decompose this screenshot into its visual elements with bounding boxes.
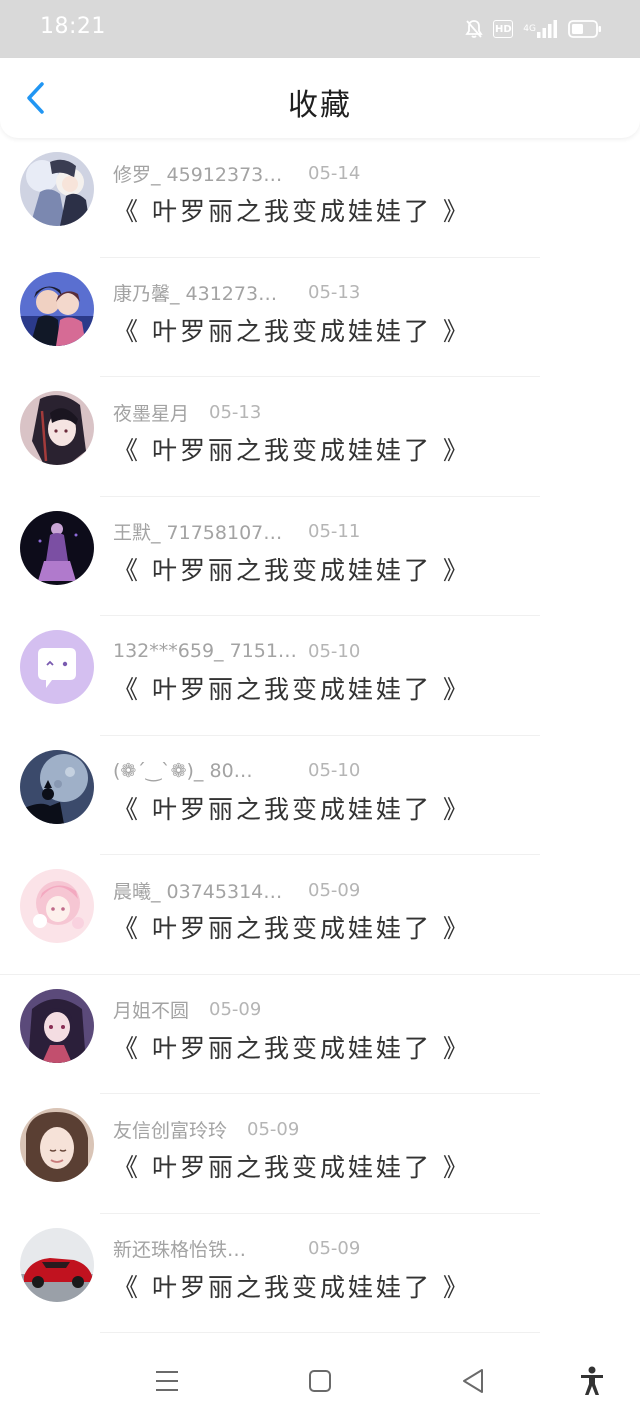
list-item[interactable]: 新还珠格怡铁… 05-09 《 叶罗丽之我变成娃娃了 》 — [0, 1214, 640, 1333]
user-name: 修罗_ 45912373… — [113, 163, 283, 186]
avatar — [20, 988, 94, 1063]
list-item[interactable]: 康乃馨_ 431273… 05-13 《 叶罗丽之我变成娃娃了 》 — [0, 258, 640, 377]
home-button[interactable] — [305, 1366, 335, 1396]
avatar — [20, 630, 94, 704]
item-title: 《 叶罗丽之我变成娃娃了 》 — [113, 1272, 471, 1302]
item-title: 《 叶罗丽之我变成娃娃了 》 — [113, 197, 471, 226]
avatar — [20, 152, 94, 226]
accessibility-button[interactable] — [577, 1366, 607, 1396]
list-item[interactable]: 夜墨星月 05-13 《 叶罗丽之我变成娃娃了 》 — [0, 377, 640, 497]
user-name: 王默_ 71758107… — [113, 522, 283, 544]
hd-icon: HD — [493, 20, 514, 38]
item-date: 05-09 — [308, 1238, 361, 1259]
mute-icon — [465, 19, 483, 39]
battery-icon — [568, 19, 602, 39]
item-meta: (❁ˊ‿ˋ❁)_ 80… 05-10 — [113, 758, 360, 784]
item-meta: 修罗_ 45912373… 05-14 — [113, 160, 360, 186]
menu-button[interactable] — [152, 1366, 182, 1396]
user-name: 夜墨星月 — [113, 402, 190, 425]
user-name: 友信创富玲玲 — [113, 1119, 228, 1142]
item-date: 05-09 — [247, 1118, 300, 1140]
list-item[interactable]: 修罗_ 45912373… 05-14 《 叶罗丽之我变成娃娃了 》 — [0, 138, 640, 258]
item-date: 05-14 — [308, 162, 361, 184]
divider — [100, 1332, 540, 1333]
nav-back-button[interactable] — [458, 1366, 488, 1396]
item-date: 05-09 — [308, 879, 361, 901]
home-icon — [309, 1370, 331, 1392]
item-title: 《 叶罗丽之我变成娃娃了 》 — [113, 914, 471, 943]
bottom-nav — [0, 1340, 640, 1422]
item-meta: 新还珠格怡铁… 05-09 — [113, 1236, 360, 1262]
favorites-list: 修罗_ 45912373… 05-14 《 叶罗丽之我变成娃娃了 》 康乃馨_ … — [0, 138, 640, 1333]
item-meta: 月姐不圆 05-09 — [113, 997, 261, 1023]
network-type: 4G — [523, 24, 536, 34]
item-date: 05-11 — [308, 521, 361, 542]
user-name: 月姐不圆 — [113, 1000, 190, 1022]
item-date: 05-10 — [308, 760, 361, 781]
avatar — [20, 869, 94, 943]
avatar — [20, 271, 94, 346]
item-date: 05-13 — [308, 282, 361, 303]
item-title: 《 叶罗丽之我变成娃娃了 》 — [113, 1033, 471, 1063]
item-title: 《 叶罗丽之我变成娃娃了 》 — [113, 1153, 471, 1182]
item-meta: 晨曦_ 03745314… 05-09 — [113, 877, 360, 903]
list-item[interactable]: 晨曦_ 03745314… 05-09 《 叶罗丽之我变成娃娃了 》 — [0, 855, 640, 975]
item-meta: 友信创富玲玲 05-09 — [113, 1116, 299, 1142]
status-icons: HD 4G — [465, 16, 602, 42]
list-item[interactable]: 132***659_ 7151… 05-10 《 叶罗丽之我变成娃娃了 》 — [0, 616, 640, 736]
avatar — [20, 1108, 94, 1182]
item-title: 《 叶罗丽之我变成娃娃了 》 — [113, 316, 471, 346]
menu-icon — [156, 1371, 178, 1391]
item-date: 05-09 — [209, 999, 262, 1020]
list-item[interactable]: 友信创富玲玲 05-09 《 叶罗丽之我变成娃娃了 》 — [0, 1094, 640, 1214]
user-name: (❁ˊ‿ˋ❁)_ 80… — [113, 759, 253, 782]
avatar — [20, 391, 94, 465]
item-date: 05-13 — [209, 401, 262, 423]
list-item[interactable]: 王默_ 71758107… 05-11 《 叶罗丽之我变成娃娃了 》 — [0, 497, 640, 616]
accessibility-icon — [581, 1366, 603, 1395]
avatar — [20, 1227, 94, 1302]
user-name: 132***659_ 7151… — [113, 640, 297, 662]
list-item[interactable]: (❁ˊ‿ˋ❁)_ 80… 05-10 《 叶罗丽之我变成娃娃了 》 — [0, 736, 640, 855]
avatar — [20, 510, 94, 585]
item-title: 《 叶罗丽之我变成娃娃了 》 — [113, 794, 471, 824]
item-meta: 夜墨星月 05-13 — [113, 399, 261, 425]
user-name: 新还珠格怡铁… — [113, 1239, 247, 1261]
page-title: 收藏 — [288, 88, 352, 123]
header: 收藏 — [0, 58, 640, 138]
user-name: 晨曦_ 03745314… — [113, 880, 283, 903]
user-name: 康乃馨_ 431273… — [113, 283, 278, 305]
back-icon — [463, 1369, 483, 1393]
item-title: 《 叶罗丽之我变成娃娃了 》 — [113, 555, 471, 585]
signal-icon: 4G — [523, 19, 558, 39]
item-date: 05-10 — [308, 640, 361, 662]
item-meta: 康乃馨_ 431273… 05-13 — [113, 280, 360, 306]
status-time: 18:21 — [40, 14, 106, 39]
status-bar: 18:21 HD 4G — [0, 0, 640, 58]
list-item[interactable]: 月姐不圆 05-09 《 叶罗丽之我变成娃娃了 》 — [0, 975, 640, 1094]
item-meta: 132***659_ 7151… 05-10 — [113, 638, 360, 664]
item-meta: 王默_ 71758107… 05-11 — [113, 519, 360, 545]
item-title: 《 叶罗丽之我变成娃娃了 》 — [113, 436, 471, 465]
avatar — [20, 749, 94, 824]
item-title: 《 叶罗丽之我变成娃娃了 》 — [113, 675, 471, 704]
